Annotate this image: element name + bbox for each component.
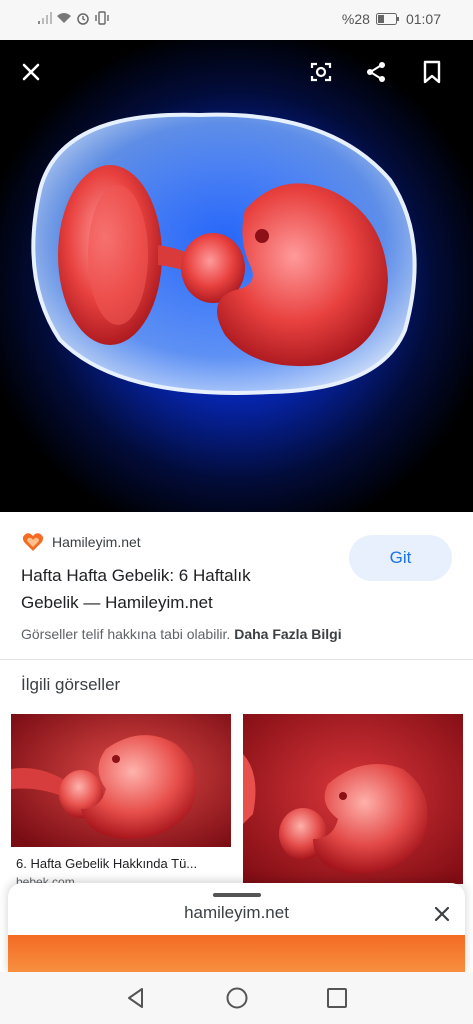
clock: 01:07 [405, 11, 441, 27]
recents-button[interactable] [325, 986, 349, 1010]
home-circle-icon [226, 987, 248, 1009]
image-viewer [0, 40, 473, 512]
result-title-line-1: Hafta Hafta Gebelik: 6 Haftalık [21, 566, 251, 585]
visit-button[interactable]: Git [349, 535, 452, 581]
more-info-link[interactable]: Daha Fazla Bilgi [234, 626, 341, 642]
close-icon [434, 906, 450, 922]
sheet-close-button[interactable] [431, 903, 453, 925]
share-button[interactable] [362, 58, 390, 86]
divider [0, 659, 473, 660]
close-button[interactable] [17, 58, 45, 86]
related-images-heading: İlgili görseller [21, 675, 121, 694]
share-icon [367, 62, 385, 82]
signal-icon [38, 12, 52, 24]
back-button[interactable] [124, 986, 148, 1010]
drag-handle[interactable] [213, 893, 261, 897]
embryo-image[interactable] [0, 40, 473, 512]
lens-icon [310, 62, 332, 82]
home-button[interactable] [225, 986, 249, 1010]
battery-percent: %28 [341, 11, 370, 27]
heart-logo-icon [22, 533, 44, 551]
result-title[interactable]: Hafta Hafta Gebelik: 6 Haftalık Gebelik … [21, 562, 321, 616]
related-image-2[interactable] [243, 714, 463, 884]
result-title-line-2: Gebelik — Hamileyim.net [21, 593, 213, 612]
site-preview-banner [8, 935, 465, 973]
source-site[interactable]: Hamileyim.net [22, 532, 141, 552]
back-triangle-icon [128, 988, 143, 1008]
image-info-panel: Hamileyim.net Hafta Hafta Gebelik: 6 Haf… [0, 512, 473, 660]
battery-icon [375, 13, 400, 25]
site-preview-sheet[interactable]: hamileyim.net [8, 883, 465, 973]
source-name: Hamileyim.net [52, 534, 141, 550]
lens-search-button[interactable] [307, 58, 335, 86]
system-nav-bar [0, 972, 473, 1024]
copyright-text: Görseller telif hakkına tabi olabilir. [21, 626, 231, 642]
close-icon [22, 63, 40, 81]
bookmark-icon [423, 60, 441, 84]
copyright-notice: Görseller telif hakkına tabi olabilir. D… [21, 626, 342, 642]
status-bar: %28 01:07 [0, 0, 473, 40]
alarm-icon [76, 11, 90, 25]
bookmark-button[interactable] [418, 58, 446, 86]
sheet-url: hamileyim.net [184, 903, 289, 922]
wifi-icon [56, 12, 72, 24]
vibrate-icon [94, 11, 110, 25]
related-caption[interactable]: 6. Hafta Gebelik Hakkında Tü... [16, 856, 197, 871]
recents-square-icon [327, 988, 347, 1008]
related-image-1[interactable] [11, 714, 231, 847]
